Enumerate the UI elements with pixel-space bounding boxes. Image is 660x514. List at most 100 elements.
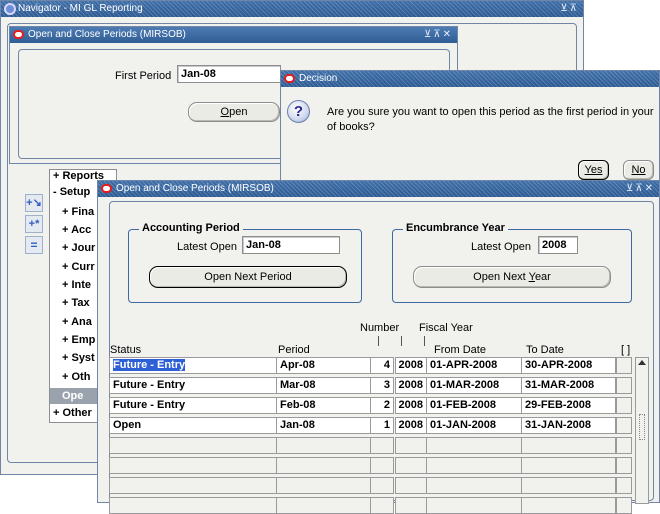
cell-to[interactable] <box>521 457 616 474</box>
cell-period[interactable] <box>276 437 371 454</box>
cell-period[interactable]: Feb-08 <box>276 397 371 414</box>
cell-year[interactable]: 2008 <box>395 417 427 434</box>
tree-item[interactable]: + Curr <box>62 261 95 273</box>
cell-period[interactable] <box>276 497 371 514</box>
tree-item[interactable]: + Jour <box>62 242 95 254</box>
cell-number[interactable] <box>370 457 394 474</box>
tree-item[interactable]: + Tax <box>62 297 90 309</box>
cell-status[interactable] <box>109 497 279 514</box>
cell-status[interactable]: Future - Entry <box>109 397 279 414</box>
cell-to[interactable]: 31-MAR-2008 <box>521 377 616 394</box>
cell-year[interactable]: 2008 <box>395 377 427 394</box>
open-next-year-button[interactable]: Open Next Year <box>413 266 611 288</box>
navigator-window-controls[interactable]: ⊻⊼ <box>560 1 579 17</box>
expand-all-icon[interactable]: +* <box>25 215 43 233</box>
tree-item[interactable]: + Oth <box>62 371 90 383</box>
cell-period[interactable]: Jan-08 <box>276 417 371 434</box>
tree-item[interactable]: + Emp <box>62 334 95 346</box>
cell-year[interactable] <box>395 497 427 514</box>
question-icon: ? <box>287 100 310 123</box>
cell-flexfield[interactable] <box>616 437 632 454</box>
first-period-field[interactable]: Jan-08 <box>177 65 281 83</box>
cell-period[interactable] <box>276 477 371 494</box>
cell-number[interactable]: 2 <box>370 397 394 414</box>
cell-to[interactable] <box>521 477 616 494</box>
cell-from[interactable]: 01-JAN-2008 <box>426 417 522 434</box>
column-to-date: To Date <box>526 344 564 356</box>
cell-period[interactable] <box>276 457 371 474</box>
yes-button[interactable]: Yes <box>578 160 609 180</box>
encumbrance-latest-open-field[interactable]: 2008 <box>538 236 578 254</box>
cell-status[interactable] <box>109 457 279 474</box>
cell-status[interactable]: Open <box>109 417 279 434</box>
cell-period[interactable]: Mar-08 <box>276 377 371 394</box>
tree-item[interactable]: + Other <box>53 407 92 419</box>
cell-year[interactable] <box>395 477 427 494</box>
main-periods-titlebar[interactable]: Open and Close Periods (MIRSOB) ⊻⊼✕ <box>98 181 659 197</box>
tree-item[interactable]: + Inte <box>62 279 91 291</box>
table-scrollbar[interactable] <box>635 357 649 504</box>
cell-number[interactable] <box>370 497 394 514</box>
cell-to[interactable]: 30-APR-2008 <box>521 357 616 374</box>
scroll-up-icon[interactable] <box>638 360 646 365</box>
cell-flexfield[interactable] <box>616 377 632 394</box>
cell-to[interactable] <box>521 497 616 514</box>
cell-from[interactable]: 01-MAR-2008 <box>426 377 522 394</box>
cell-year[interactable] <box>395 457 427 474</box>
cell-number[interactable] <box>370 437 394 454</box>
cell-year[interactable]: 2008 <box>395 357 427 374</box>
cell-number[interactable] <box>370 477 394 494</box>
cell-period[interactable]: Apr-08 <box>276 357 371 374</box>
cell-flexfield[interactable] <box>616 497 632 514</box>
cell-status[interactable] <box>109 437 279 454</box>
tree-item[interactable]: + Syst <box>62 352 95 364</box>
cell-to[interactable] <box>521 437 616 454</box>
tree-item[interactable]: + Acc <box>62 224 91 236</box>
accounting-latest-open-field[interactable]: Jan-08 <box>242 236 340 254</box>
cell-text: Feb-08 <box>280 399 316 411</box>
cell-from[interactable] <box>426 477 522 494</box>
oracle-form-icon <box>284 74 295 83</box>
decision-titlebar[interactable]: Decision <box>281 71 659 87</box>
tree-item[interactable]: - Setup <box>53 186 90 198</box>
first-period-titlebar[interactable]: Open and Close Periods (MIRSOB) ⊻⊼✕ <box>10 27 457 43</box>
cell-year[interactable]: 2008 <box>395 397 427 414</box>
expand-icon[interactable]: +↘ <box>25 194 43 212</box>
cell-flexfield[interactable] <box>616 457 632 474</box>
first-period-label: First Period <box>115 70 172 82</box>
cell-from[interactable] <box>426 437 522 454</box>
tree-item[interactable]: Ope <box>50 388 100 404</box>
cell-from[interactable] <box>426 457 522 474</box>
first-period-window-controls[interactable]: ⊻⊼✕ <box>424 27 453 43</box>
cell-status[interactable] <box>109 477 279 494</box>
cell-flexfield[interactable] <box>616 417 632 434</box>
no-button[interactable]: No <box>623 160 654 180</box>
cell-text: Mar-08 <box>280 379 316 391</box>
cell-year[interactable] <box>395 437 427 454</box>
cell-to[interactable]: 29-FEB-2008 <box>521 397 616 414</box>
cell-flexfield[interactable] <box>616 357 632 374</box>
cell-number[interactable]: 4 <box>370 357 394 374</box>
cell-from[interactable]: 01-APR-2008 <box>426 357 522 374</box>
open-next-period-button[interactable]: Open Next Period <box>149 266 347 288</box>
main-periods-title: Open and Close Periods (MIRSOB) <box>116 183 274 194</box>
navigator-titlebar[interactable]: Navigator - MI GL Reporting ⊻⊼ <box>1 1 583 17</box>
no-button-label: No <box>631 164 646 176</box>
main-periods-window-controls[interactable]: ⊻⊼✕ <box>626 181 655 197</box>
cell-to[interactable]: 31-JAN-2008 <box>521 417 616 434</box>
cell-flexfield[interactable] <box>616 397 632 414</box>
cell-status[interactable]: Future - Entry <box>109 377 279 394</box>
open-button[interactable]: Open <box>188 102 280 122</box>
cell-from[interactable]: 01-FEB-2008 <box>426 397 522 414</box>
scroll-thumb[interactable] <box>639 414 645 440</box>
cell-flexfield[interactable] <box>616 477 632 494</box>
cell-text: 01-JAN-2008 <box>430 419 497 431</box>
cell-number[interactable]: 1 <box>370 417 394 434</box>
column-flexfield: [ ] <box>621 344 631 356</box>
tree-item[interactable]: + Ana <box>62 316 92 328</box>
tree-item[interactable]: + Fina <box>62 206 94 218</box>
cell-number[interactable]: 3 <box>370 377 394 394</box>
collapse-icon[interactable]: = <box>25 236 43 254</box>
cell-from[interactable] <box>426 497 522 514</box>
cell-status[interactable]: Future - Entry <box>109 357 279 374</box>
